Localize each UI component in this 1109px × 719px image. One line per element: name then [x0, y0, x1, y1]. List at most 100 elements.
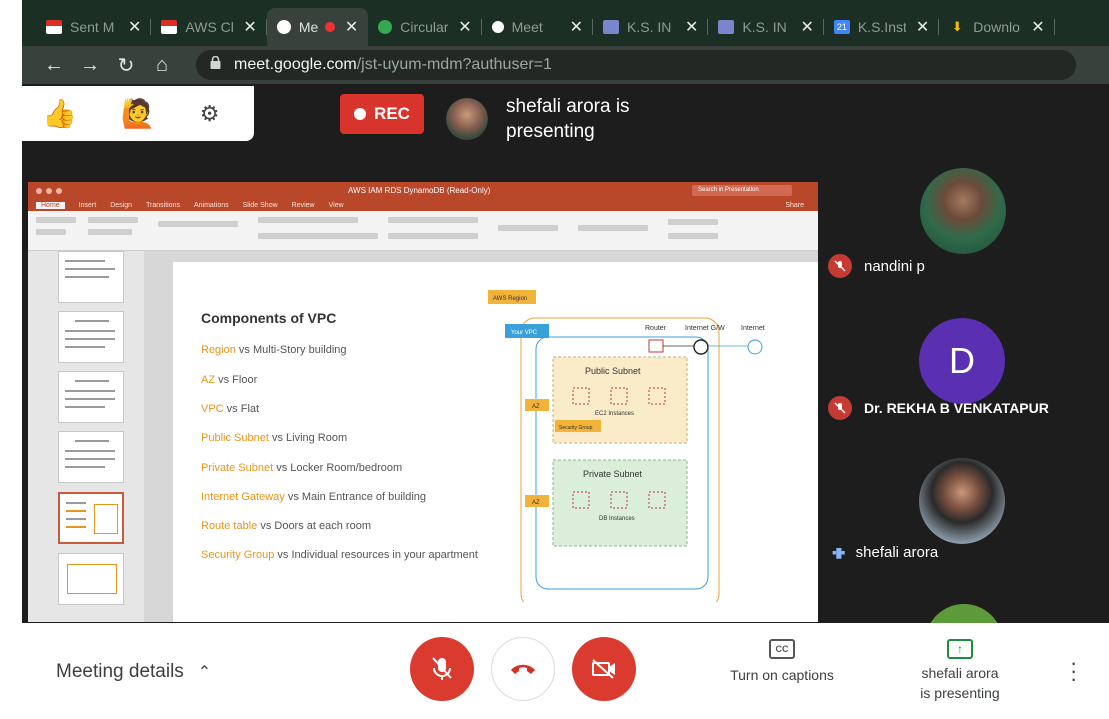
- browser-window: Sent M ✕ AWS Cl ✕ Me ✕ Circular ✕ Meet ✕…: [22, 0, 1109, 719]
- vpc-label: Your VPC: [511, 330, 538, 336]
- ppt-share: Share: [785, 201, 804, 209]
- close-icon[interactable]: ✕: [570, 17, 583, 37]
- slide-bullet: Private Subnet vs Locker Room/bedroom: [201, 462, 403, 474]
- igw-label: Internet G/W: [685, 325, 725, 332]
- ppt-title: AWS IAM RDS DynamoDB (Read-Only): [348, 186, 491, 195]
- participant-name: Dr. REKHA B VENKATAPUR: [828, 396, 1049, 420]
- close-icon[interactable]: ✕: [800, 17, 813, 37]
- address-bar[interactable]: meet.google.com /jst-uyum-mdm?authuser=1: [196, 50, 1076, 80]
- recording-button[interactable]: REC: [340, 94, 424, 134]
- current-slide: Components of VPC Region vs Multi-Story …: [173, 262, 818, 622]
- chevron-up-icon: ⌃: [197, 664, 212, 681]
- captions-button[interactable]: CC Turn on captions: [712, 639, 852, 685]
- ribbon-tab: View: [328, 201, 344, 209]
- slide-thumbnails: [28, 251, 144, 622]
- url-host: meet.google.com: [234, 56, 357, 73]
- presenter-text: shefali arora is presenting: [506, 94, 656, 144]
- ppt-ribbon-tabs: Home Insert Design Transitions Animation…: [28, 199, 818, 211]
- vpc-diagram: AWS Region Your VPC Router Internet G/W …: [488, 290, 765, 602]
- more-options-icon[interactable]: · · ·: [1070, 652, 1077, 690]
- mic-off-icon: [828, 396, 852, 420]
- presenter-line2: presenting: [506, 121, 595, 142]
- internet-cloud-icon: [747, 339, 763, 355]
- tab-label: Circular: [400, 19, 449, 35]
- raise-hand-icon[interactable]: 🙋: [121, 97, 156, 130]
- home-icon[interactable]: ⌂: [144, 54, 180, 77]
- forward-icon[interactable]: →: [72, 54, 108, 77]
- ppt-ribbon: [28, 211, 818, 251]
- region-label: AWS Region: [493, 296, 527, 302]
- router-icon: [648, 339, 664, 353]
- participant-name: nandini p: [828, 254, 925, 278]
- mic-off-icon: [432, 657, 452, 680]
- tab-gmail-sent[interactable]: Sent M ✕: [36, 8, 152, 46]
- ec2-label: EC2 Instances: [595, 411, 634, 417]
- az-label-private: AZ: [532, 500, 540, 506]
- rec-label: REC: [374, 104, 410, 123]
- mic-toggle-button[interactable]: [410, 637, 474, 701]
- close-icon[interactable]: ✕: [916, 17, 929, 37]
- close-icon[interactable]: ✕: [128, 17, 141, 37]
- slide-bullet: AZ vs Floor: [201, 374, 258, 386]
- hang-up-icon: [511, 664, 535, 674]
- tab-gmail-aws[interactable]: AWS Cl ✕: [151, 8, 268, 46]
- ribbon-tab: Review: [291, 201, 315, 209]
- mic-off-icon: [828, 254, 852, 278]
- slide-thumbnail[interactable]: [58, 553, 124, 605]
- slide-bullet: VPC vs Flat: [201, 403, 260, 415]
- close-icon[interactable]: ✕: [243, 17, 256, 37]
- slide-thumbnail[interactable]: [58, 311, 124, 363]
- tab-meet[interactable]: Meet ✕: [482, 8, 594, 46]
- tab-ks-in-1[interactable]: K.S. IN ✕: [593, 8, 709, 46]
- tab-label: K.S. IN: [627, 19, 672, 35]
- participant-name-text: nandini p: [864, 257, 925, 275]
- close-icon[interactable]: ✕: [458, 17, 471, 37]
- present-line2: is presenting: [920, 685, 1000, 701]
- close-icon[interactable]: ✕: [685, 17, 698, 37]
- close-icon[interactable]: ✕: [345, 17, 358, 37]
- back-icon[interactable]: ←: [36, 54, 72, 77]
- igw-icon: [693, 339, 709, 355]
- tab-circular[interactable]: Circular ✕: [368, 8, 483, 46]
- close-icon[interactable]: ✕: [1031, 17, 1044, 37]
- sg-label: Security Group: [559, 425, 593, 431]
- slide-bullet: Public Subnet vs Living Room: [201, 432, 348, 444]
- reactions-panel: 👍 🙋 ⚙: [22, 86, 254, 141]
- tab-download[interactable]: ⬇ Downlo ✕: [939, 8, 1056, 46]
- leave-call-button[interactable]: [491, 637, 555, 701]
- slide-thumbnail[interactable]: [58, 251, 124, 303]
- presenter-line1: shefali arora is: [506, 96, 630, 117]
- presentation-screen: AWS IAM RDS DynamoDB (Read-Only) Search …: [28, 182, 818, 622]
- gear-icon[interactable]: ⚙: [200, 101, 220, 127]
- slide-thumbnail-selected[interactable]: [58, 492, 124, 544]
- tab-ks-in-2[interactable]: K.S. IN ✕: [708, 8, 825, 46]
- tab-label: K.S. IN: [742, 19, 787, 35]
- speaking-indicator-icon: ▪▮▪: [832, 544, 846, 560]
- lock-icon: [210, 55, 224, 74]
- avatar: D: [919, 318, 1005, 404]
- slide-thumbnail[interactable]: [58, 431, 124, 483]
- private-subnet-label: Private Subnet: [583, 469, 643, 479]
- gmail-icon: [46, 20, 62, 34]
- meet-icon: [276, 20, 291, 34]
- tab-meet-active[interactable]: Me ✕: [266, 8, 369, 46]
- present-now-button[interactable]: ↑ shefali arora is presenting: [890, 639, 1030, 703]
- slide-bullet: Security Group vs Individual resources i…: [201, 549, 478, 561]
- ribbon-tab: Insert: [78, 201, 97, 209]
- meeting-controls: Meeting details ⌃ CC Turn on captions ↑ …: [22, 623, 1109, 719]
- circular-icon: [378, 20, 393, 34]
- thumbs-up-icon[interactable]: 👍: [42, 97, 77, 130]
- ribbon-tab: Design: [110, 201, 132, 209]
- slide-bullet: Internet Gateway vs Main Entrance of bui…: [201, 491, 427, 503]
- participant-name-text: Dr. REKHA B VENKATAPUR: [864, 400, 1049, 416]
- slide-thumbnail[interactable]: [58, 371, 124, 423]
- tab-label: Meet: [511, 19, 543, 35]
- camera-toggle-button[interactable]: [572, 637, 636, 701]
- ribbon-tab: Animations: [193, 201, 229, 209]
- reload-icon[interactable]: ↻: [108, 53, 144, 78]
- participant-name: ▪▮▪ shefali arora: [832, 544, 938, 561]
- tab-ks-inst[interactable]: 21 K.S.Inst ✕: [824, 8, 940, 46]
- meeting-details-button[interactable]: Meeting details ⌃: [56, 661, 211, 683]
- meeting-details-label: Meeting details: [56, 661, 184, 682]
- present-line1: shefali arora: [921, 665, 999, 681]
